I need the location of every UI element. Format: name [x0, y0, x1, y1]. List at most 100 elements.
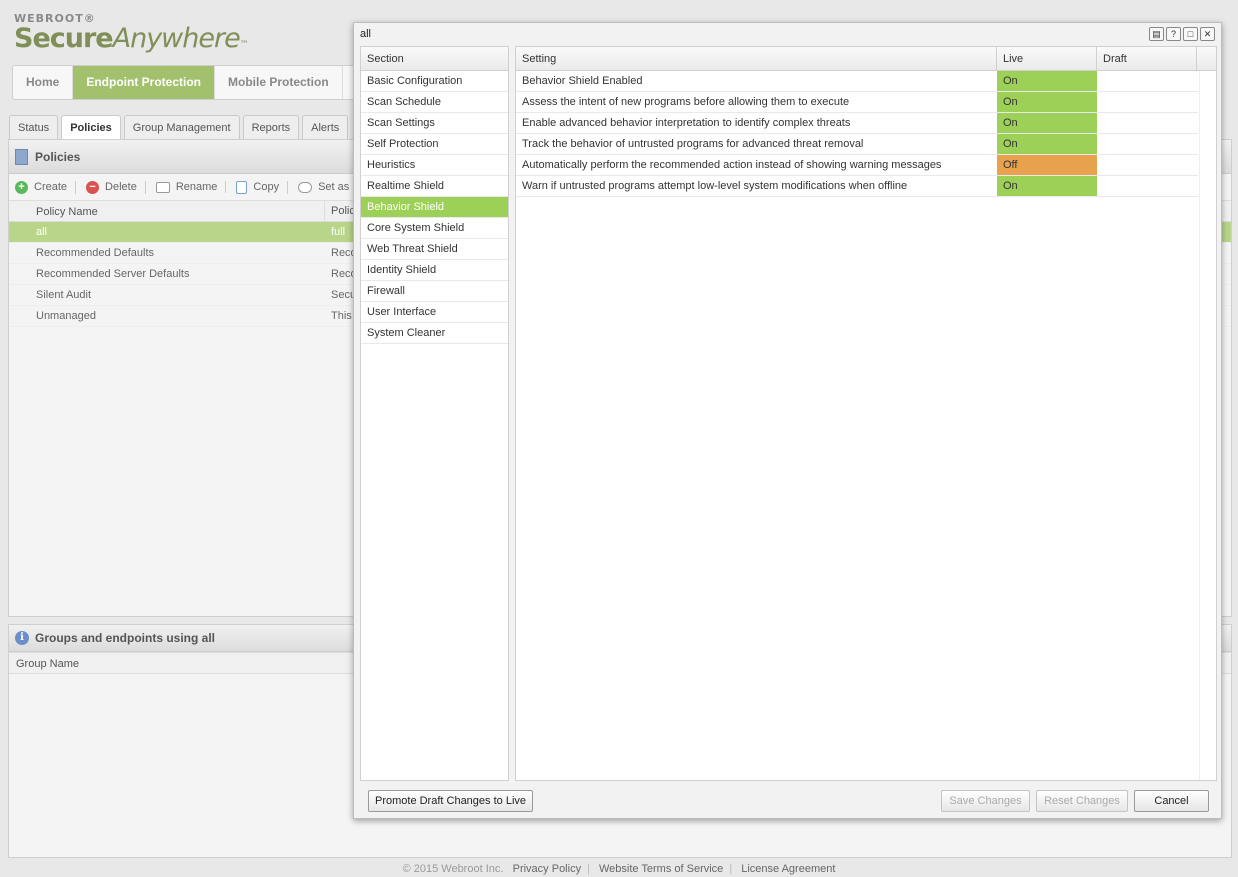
col-policy-desc[interactable]: Polic: [325, 205, 355, 217]
section-item-identity-shield[interactable]: Identity Shield: [361, 260, 508, 281]
setting-name: Track the behavior of untrusted programs…: [522, 138, 864, 150]
dialog-title: all: [360, 28, 372, 40]
section-item-basic-configuration[interactable]: Basic Configuration: [361, 71, 508, 92]
col-policy-name[interactable]: Policy Name: [9, 201, 325, 221]
section-item-web-threat-shield[interactable]: Web Threat Shield: [361, 239, 508, 260]
setting-name: Enable advanced behavior interpretation …: [522, 117, 851, 129]
set-as-button[interactable]: Set as: [298, 181, 357, 193]
setting-row: Assess the intent of new programs before…: [516, 92, 1198, 113]
license-link[interactable]: License Agreement: [741, 863, 835, 875]
live-value[interactable]: On: [997, 92, 1097, 112]
policy-book-icon: [15, 148, 28, 165]
col-draft[interactable]: Draft: [1097, 47, 1197, 70]
sub-tabs: Status Policies Group Management Reports…: [9, 115, 351, 141]
close-icon[interactable]: ✕: [1200, 27, 1215, 41]
draft-value[interactable]: [1097, 134, 1198, 154]
tab-status[interactable]: Status: [9, 115, 59, 139]
privacy-link[interactable]: Privacy Policy: [513, 863, 581, 875]
settings-grid: Setting Live Draft Behavior Shield Enabl…: [515, 46, 1217, 781]
section-item-user-interface[interactable]: User Interface: [361, 302, 508, 323]
section-item-behavior-shield[interactable]: Behavior Shield: [361, 197, 508, 218]
live-value[interactable]: Off: [997, 155, 1097, 175]
brand-secure: Secure: [14, 23, 114, 54]
delete-label: Delete: [105, 181, 137, 193]
dialog-controls: ▤ ? □ ✕: [1147, 27, 1215, 41]
main-nav: Home Endpoint Protection Mobile Protecti…: [12, 65, 357, 100]
setting-name: Warn if untrusted programs attempt low-l…: [522, 180, 908, 192]
section-header: Section: [361, 47, 508, 71]
section-item-scan-settings[interactable]: Scan Settings: [361, 113, 508, 134]
tab-alerts[interactable]: Alerts: [302, 115, 349, 139]
section-item-self-protection[interactable]: Self Protection: [361, 134, 508, 155]
setting-row: Warn if untrusted programs attempt low-l…: [516, 176, 1198, 197]
promote-draft-button[interactable]: Promote Draft Changes to Live: [368, 790, 533, 812]
tab-reports[interactable]: Reports: [242, 115, 300, 139]
reset-changes-button[interactable]: Reset Changes: [1036, 790, 1128, 812]
tab-policies[interactable]: Policies: [61, 115, 121, 141]
page-footer: © 2015 Webroot Inc. Privacy Policy | Webs…: [402, 863, 836, 875]
policy-name: Unmanaged: [36, 310, 96, 322]
nav-home[interactable]: Home: [13, 66, 74, 99]
setting-row: Behavior Shield Enabled On: [516, 71, 1198, 92]
rename-icon: [155, 181, 170, 193]
policy-desc: Secu: [331, 289, 357, 301]
draft-value[interactable]: [1097, 71, 1198, 91]
settings-header: Setting Live Draft: [516, 47, 1216, 71]
settings-scrollbar[interactable]: [1199, 71, 1216, 780]
copy-icon: [236, 180, 248, 194]
brand-tm: ™: [239, 40, 249, 50]
policy-desc: Reco: [331, 268, 357, 280]
col-setting[interactable]: Setting: [516, 47, 997, 70]
nav-endpoint-protection[interactable]: Endpoint Protection: [73, 66, 215, 99]
print-icon[interactable]: ▤: [1149, 27, 1164, 41]
setting-row: Automatically perform the recommended ac…: [516, 155, 1198, 176]
live-value[interactable]: On: [997, 113, 1097, 133]
save-changes-button[interactable]: Save Changes: [941, 790, 1030, 812]
setting-row: Track the behavior of untrusted programs…: [516, 134, 1198, 155]
draft-value[interactable]: [1097, 176, 1198, 196]
copyright: © 2015 Webroot Inc.: [402, 863, 504, 875]
dialog-footer: Promote Draft Changes to Live Save Chang…: [354, 788, 1221, 818]
cancel-button[interactable]: Cancel: [1134, 790, 1209, 812]
policy-desc: Reco: [331, 247, 357, 259]
setting-name: Automatically perform the recommended ac…: [522, 159, 942, 171]
draft-value[interactable]: [1097, 113, 1198, 133]
draft-value[interactable]: [1097, 155, 1198, 175]
policy-name: all: [36, 226, 48, 238]
copy-label: Copy: [253, 181, 280, 193]
info-icon: i: [15, 631, 29, 645]
section-item-firewall[interactable]: Firewall: [361, 281, 508, 302]
section-item-realtime-shield[interactable]: Realtime Shield: [361, 176, 508, 197]
delete-button[interactable]: − Delete: [86, 180, 146, 194]
nav-mobile-protection[interactable]: Mobile Protection: [215, 66, 343, 99]
policy-name: Recommended Defaults: [36, 247, 155, 259]
draft-value[interactable]: [1097, 92, 1198, 112]
section-item-core-system-shield[interactable]: Core System Shield: [361, 218, 508, 239]
section-item-scan-schedule[interactable]: Scan Schedule: [361, 92, 508, 113]
live-value[interactable]: On: [997, 176, 1097, 196]
policy-desc: full: [331, 226, 346, 238]
minus-icon: −: [86, 180, 100, 194]
create-button[interactable]: + Create: [15, 180, 77, 194]
policy-settings-dialog: all ▤ ? □ ✕ Section Basic Configuration …: [353, 22, 1222, 819]
tab-group-management[interactable]: Group Management: [123, 115, 240, 139]
tag-icon: [298, 181, 313, 193]
section-list: Section Basic Configuration Scan Schedul…: [360, 46, 509, 781]
rename-label: Rename: [175, 181, 218, 193]
copy-button[interactable]: Copy: [236, 180, 289, 194]
create-label: Create: [34, 181, 68, 193]
brand-anywhere: Anywhere: [112, 23, 241, 54]
section-item-heuristics[interactable]: Heuristics: [361, 155, 508, 176]
maximize-icon[interactable]: □: [1183, 27, 1198, 41]
rename-button[interactable]: Rename: [155, 181, 227, 193]
live-value[interactable]: On: [997, 71, 1097, 91]
section-item-system-cleaner[interactable]: System Cleaner: [361, 323, 508, 344]
live-value[interactable]: On: [997, 134, 1097, 154]
plus-icon: +: [15, 180, 28, 194]
set-as-label: Set as: [318, 181, 350, 193]
col-live[interactable]: Live: [997, 47, 1097, 70]
terms-link[interactable]: Website Terms of Service: [599, 863, 723, 875]
col-group-name[interactable]: Group Name: [9, 653, 325, 673]
help-icon[interactable]: ?: [1166, 27, 1181, 41]
setting-row: Enable advanced behavior interpretation …: [516, 113, 1198, 134]
